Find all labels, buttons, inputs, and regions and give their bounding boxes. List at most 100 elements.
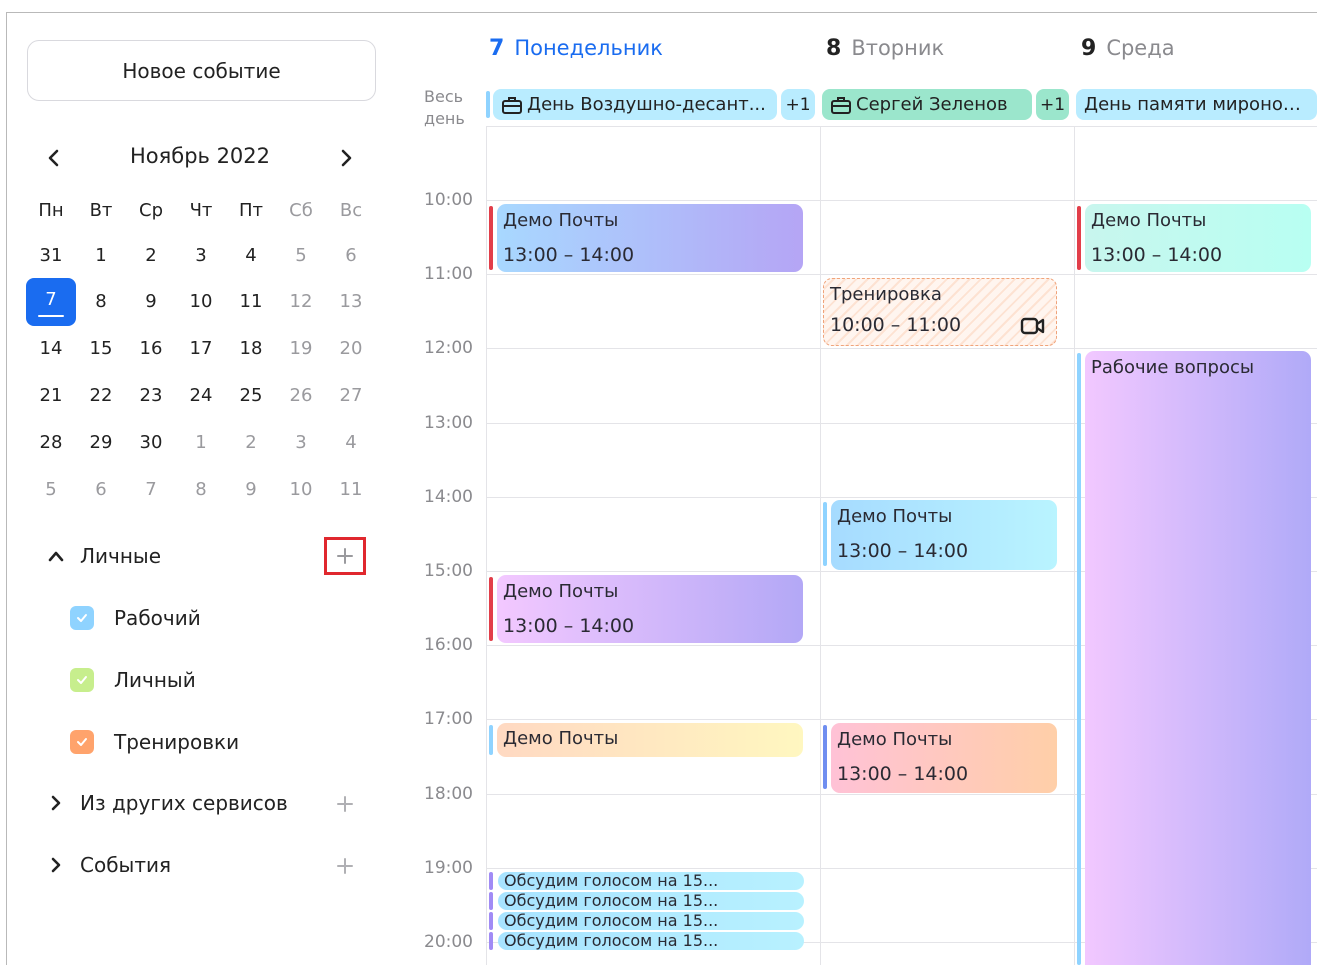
mini-calendar-day[interactable]: 7	[131, 470, 171, 510]
all-day-event[interactable]: День Воздушно-десант...	[493, 89, 777, 120]
mini-calendar-day[interactable]: 19	[281, 329, 321, 369]
day-name: Вторник	[851, 36, 945, 60]
briefcase-icon	[831, 96, 851, 114]
mini-calendar-day[interactable]: 29	[81, 423, 121, 463]
all-day-event[interactable]: День памяти мироноси...	[1076, 89, 1317, 120]
mini-calendar-day[interactable]: 16	[131, 329, 171, 369]
checkbox-checked-icon[interactable]	[70, 730, 94, 754]
next-month-button[interactable]	[332, 144, 362, 172]
event-demo-mail[interactable]: Демо Почты 13:00 – 14:00	[831, 500, 1057, 570]
chevron-right-icon	[46, 793, 66, 813]
calendar-item-training[interactable]: Тренировки	[70, 727, 239, 757]
mini-calendar-day[interactable]: 12	[281, 282, 321, 322]
mini-calendar-day[interactable]: 14	[31, 329, 71, 369]
mini-calendar-day[interactable]: 5	[281, 236, 321, 276]
event-demo-mail[interactable]: Демо Почты	[497, 723, 803, 757]
mini-calendar-day[interactable]: 2	[231, 423, 271, 463]
mini-calendar-day[interactable]: 17	[181, 329, 221, 369]
weekday-header: Вт	[89, 200, 113, 221]
checkbox-checked-icon[interactable]	[70, 606, 94, 630]
mini-calendar-day[interactable]: 4	[231, 236, 271, 276]
weekday-header: Вс	[339, 200, 363, 221]
calendar-item-personal[interactable]: Личный	[70, 665, 196, 695]
event-work-questions[interactable]: Рабочие вопросы	[1085, 351, 1311, 965]
event-color-bar	[489, 577, 493, 641]
event-discuss-voice[interactable]: Обсудим голосом на 15...	[498, 932, 804, 950]
event-demo-mail[interactable]: Демо Почты 13:00 – 14:00	[497, 204, 803, 272]
hour-label: 14:00	[424, 487, 473, 507]
new-event-button[interactable]: Новое событие	[27, 40, 376, 101]
prev-month-button[interactable]	[38, 144, 68, 172]
mini-calendar-day[interactable]: 31	[31, 236, 71, 276]
mini-calendar-day[interactable]: 25	[231, 376, 271, 416]
section-personal-toggle[interactable]: Личные	[46, 536, 366, 576]
mini-calendar-today[interactable]: 7	[26, 278, 76, 326]
event-discuss-voice[interactable]: Обсудим голосом на 15...	[498, 912, 804, 930]
event-discuss-voice[interactable]: Обсудим голосом на 15...	[498, 872, 804, 890]
event-title: Демо Почты	[837, 729, 953, 750]
mini-calendar-header: Ноябрь 2022	[30, 140, 370, 176]
video-camera-icon	[1020, 317, 1045, 335]
mini-calendar-day[interactable]: 3	[281, 423, 321, 463]
event-demo-mail[interactable]: Демо Почты 13:00 – 14:00	[831, 723, 1057, 793]
mini-calendar-day[interactable]: 9	[131, 282, 171, 322]
mini-calendar-day[interactable]: 15	[81, 329, 121, 369]
event-time: 13:00 – 14:00	[1091, 244, 1223, 266]
event-color-bar	[489, 892, 493, 910]
mini-calendar-day[interactable]: 13	[331, 282, 371, 322]
hour-label: 17:00	[424, 709, 473, 729]
mini-calendar-day[interactable]: 30	[131, 423, 171, 463]
mini-calendar-day[interactable]: 2	[131, 236, 171, 276]
mini-calendar-day[interactable]: 24	[181, 376, 221, 416]
mini-calendar-day[interactable]: 22	[81, 376, 121, 416]
mini-calendar-day[interactable]: 4	[331, 423, 371, 463]
mini-calendar-day[interactable]: 11	[331, 470, 371, 510]
mini-calendar-day[interactable]: 8	[181, 470, 221, 510]
mini-calendar-day[interactable]: 10	[181, 282, 221, 322]
mini-calendar-day[interactable]: 21	[31, 376, 71, 416]
plus-icon	[337, 548, 353, 564]
mini-calendar-day[interactable]: 9	[231, 470, 271, 510]
event-color-bar	[489, 912, 493, 930]
mini-calendar-day[interactable]: 5	[31, 470, 71, 510]
mini-calendar-day[interactable]: 11	[231, 282, 271, 322]
mini-calendar-day[interactable]: 3	[181, 236, 221, 276]
event-demo-mail[interactable]: Демо Почты 13:00 – 14:00	[497, 575, 803, 643]
mini-calendar-day[interactable]: 10	[281, 470, 321, 510]
section-events-toggle[interactable]: События	[46, 845, 366, 885]
hour-label: 13:00	[424, 413, 473, 433]
all-day-event[interactable]: Сергей Зеленов	[822, 89, 1032, 120]
event-title: Демо Почты	[503, 581, 619, 602]
mini-calendar-day[interactable]: 8	[81, 282, 121, 322]
checkbox-checked-icon[interactable]	[70, 668, 94, 692]
mini-calendar-day[interactable]: 1	[81, 236, 121, 276]
day-header-tuesday[interactable]: 8 Вторник	[826, 36, 944, 61]
event-discuss-voice[interactable]: Обсудим голосом на 15...	[498, 892, 804, 910]
event-color-bar	[486, 91, 490, 118]
calendar-item-work[interactable]: Рабочий	[70, 603, 201, 633]
more-events-button[interactable]: +1	[781, 89, 815, 120]
event-training[interactable]: Тренировка 10:00 – 11:00	[823, 278, 1057, 346]
event-demo-mail[interactable]: Демо Почты 13:00 – 14:00	[1085, 204, 1311, 272]
mini-calendar-day[interactable]: 28	[31, 423, 71, 463]
mini-calendar-day[interactable]: 23	[131, 376, 171, 416]
add-personal-calendar-button[interactable]	[324, 537, 366, 575]
hour-label: 16:00	[424, 635, 473, 655]
event-title: Демо Почты	[1091, 210, 1207, 231]
mini-calendar-day[interactable]: 26	[281, 376, 321, 416]
day-header-wednesday[interactable]: 9 Среда	[1081, 36, 1175, 61]
section-other-services-toggle[interactable]: Из других сервисов	[46, 783, 366, 823]
day-header-monday[interactable]: 7 Понедельник	[489, 36, 663, 61]
mini-calendar-day[interactable]: 18	[231, 329, 271, 369]
weekday-header: Пн	[38, 200, 64, 221]
more-events-button[interactable]: +1	[1036, 89, 1069, 120]
mini-calendar-day[interactable]: 6	[331, 236, 371, 276]
hour-line	[486, 348, 1317, 349]
add-events-button[interactable]	[330, 851, 360, 881]
mini-calendar-day[interactable]: 27	[331, 376, 371, 416]
add-other-services-button[interactable]	[330, 789, 360, 819]
hour-label: 11:00	[424, 264, 473, 284]
mini-calendar-day[interactable]: 6	[81, 470, 121, 510]
mini-calendar-day[interactable]: 1	[181, 423, 221, 463]
mini-calendar-day[interactable]: 20	[331, 329, 371, 369]
